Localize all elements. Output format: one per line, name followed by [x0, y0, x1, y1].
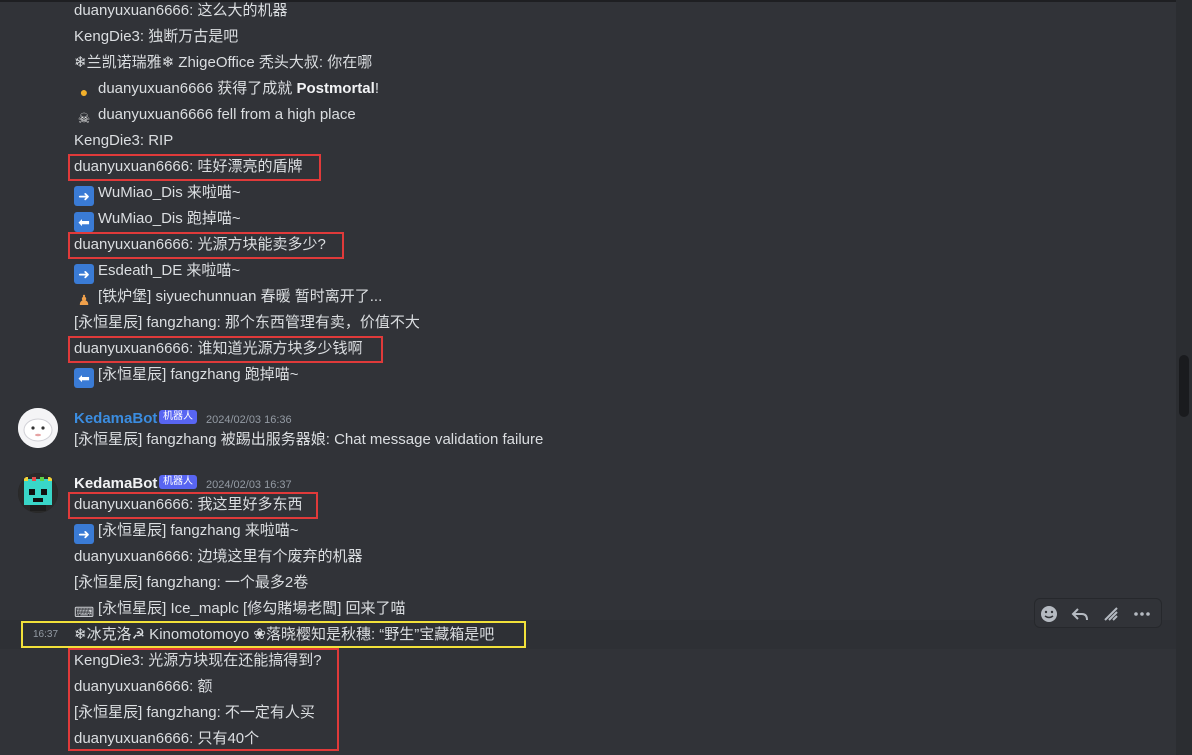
- highlight-box: [68, 648, 339, 751]
- highlight-box: [68, 232, 344, 259]
- highlight-box: [68, 492, 318, 519]
- highlight-box: [68, 154, 321, 181]
- list-item: KengDie3: 独断万古是吧: [74, 28, 239, 45]
- timestamp: 2024/02/03 16:36: [206, 414, 292, 426]
- list-item: [永恒星辰] fangzhang: 那个东西管理有卖，价值不大: [74, 314, 420, 331]
- avatar[interactable]: [18, 473, 58, 513]
- timestamp: 2024/02/03 16:37: [206, 479, 292, 491]
- message-toolbar: [1034, 598, 1162, 628]
- join-arrow-icon: ➜: [74, 264, 94, 284]
- username[interactable]: KedamaBot: [74, 474, 157, 494]
- list-item: ⌨ [永恒星辰] Ice_maplc [修勾賭場老闆] 回来了喵: [74, 600, 406, 620]
- list-item: ➜ WuMiao_Dis 来啦喵~: [74, 182, 241, 206]
- scrollbar-thumb[interactable]: [1179, 355, 1189, 417]
- bot-badge: 机器人: [159, 410, 197, 424]
- list-item: ☠ duanyuxuan6666 fell from a high place: [74, 104, 356, 126]
- avatar-image: [18, 408, 58, 448]
- list-item: duanyuxuan6666: 这么大的机器: [74, 2, 288, 19]
- highlight-box: [68, 336, 383, 363]
- list-item: ⬅ [永恒星辰] fangzhang 跑掉喵~: [74, 364, 299, 388]
- list-item: [永恒星辰] fangzhang: 一个最多2卷: [74, 574, 309, 591]
- leave-arrow-icon: ⬅: [74, 212, 94, 232]
- list-item: ⬅ WuMiao_Dis 跑掉喵~: [74, 208, 241, 232]
- list-item: duanyuxuan6666: 边境这里有个废弃的机器: [74, 548, 363, 565]
- list-item: ➜ [永恒星辰] fangzhang 来啦喵~: [74, 520, 299, 544]
- reply-icon[interactable]: [1070, 604, 1090, 624]
- list-item: ➜ Esdeath_DE 来啦喵~: [74, 260, 240, 284]
- avatar[interactable]: [18, 408, 58, 448]
- list-item: ❄兰凯诺瑞雅❄ ZhigeOffice 秃头大叔: 你在哪: [74, 54, 373, 71]
- bot-badge: 机器人: [159, 475, 197, 489]
- join-arrow-icon: ➜: [74, 524, 94, 544]
- avatar-image: [18, 473, 58, 513]
- leave-arrow-icon: ⬅: [74, 368, 94, 388]
- username[interactable]: KedamaBot: [74, 409, 157, 429]
- add-reaction-icon[interactable]: [1039, 604, 1059, 624]
- medal-icon: ●: [79, 84, 89, 100]
- list-item: ● duanyuxuan6666 获得了成就 Postmortal!: [74, 78, 379, 100]
- skull-icon: ☠: [77, 110, 91, 126]
- forward-icon[interactable]: [1101, 604, 1121, 624]
- list-item: ♟ [铁炉堡] siyuechunnuan 春暖 暂时离开了...: [74, 286, 383, 308]
- list-item: [永恒星辰] fangzhang 被踢出服务器娘: Chat message v…: [74, 431, 544, 448]
- join-arrow-icon: ➜: [74, 186, 94, 206]
- list-item: KengDie3: RIP: [74, 132, 174, 149]
- highlight-box: [21, 621, 526, 648]
- walking-person-icon: ♟: [77, 292, 91, 308]
- more-icon[interactable]: [1132, 604, 1152, 624]
- keyboard-icon: ⌨: [74, 604, 95, 620]
